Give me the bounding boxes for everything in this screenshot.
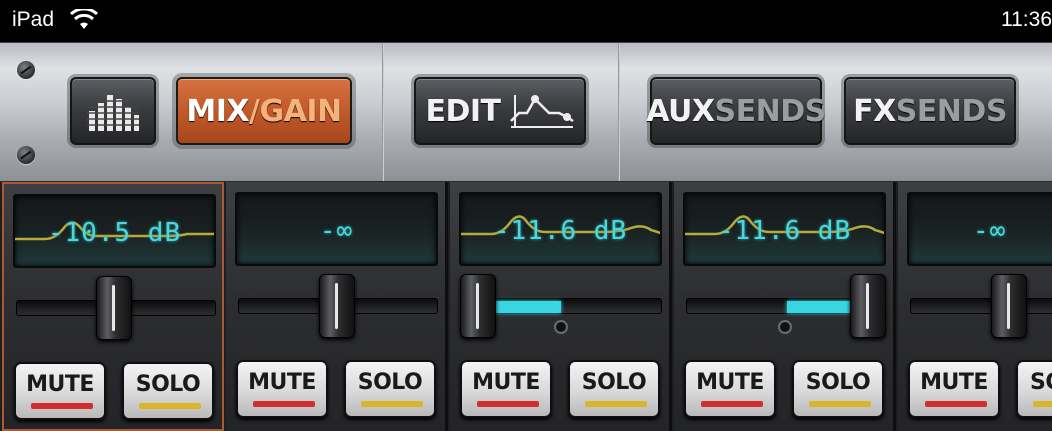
mix-gain-button[interactable]: MIX/GAIN (176, 77, 352, 145)
screw-icon (17, 146, 35, 164)
device-name: iPad (12, 8, 55, 31)
pan-fader-knob[interactable] (460, 274, 496, 338)
solo-label: SOLO (135, 372, 201, 397)
mute-button[interactable]: MUTE (460, 360, 552, 418)
pan-fill (493, 301, 561, 313)
pan-fader-knob[interactable] (96, 276, 132, 340)
channel-display[interactable]: -11.6 dB (683, 192, 886, 266)
mute-label: MUTE (26, 372, 94, 397)
mute-label: MUTE (920, 370, 988, 395)
aux-sends-button[interactable]: AUX SENDS (646, 77, 826, 145)
channel-strip-1[interactable]: -10.5 dB MUTE SOLO (2, 182, 224, 431)
solo-button[interactable]: SOLO (568, 360, 660, 418)
mute-button[interactable]: MUTE (236, 360, 328, 418)
solo-button[interactable]: SOLO (344, 360, 436, 418)
channel-display[interactable]: -10.5 dB (13, 194, 216, 268)
mute-label: MUTE (472, 370, 540, 395)
solo-label: SOLO (805, 370, 871, 395)
mute-led (31, 403, 93, 409)
pan-fill (787, 301, 855, 313)
channel-strip-3[interactable]: -11.6 dB MUTE SOLO (450, 182, 672, 431)
pan-center-indicator (554, 320, 568, 334)
channel-display[interactable]: -∞ (907, 192, 1052, 266)
channel-strip-4[interactable]: -11.6 dB MUTE SOLO (674, 182, 896, 431)
solo-led (585, 401, 647, 407)
fx-sends-label-sub: SENDS (895, 93, 1008, 129)
wifi-icon (70, 9, 98, 29)
gain-readout: -11.6 dB (493, 216, 628, 246)
pan-fader-knob[interactable] (991, 274, 1027, 338)
toolbar: MIX/GAIN EDIT AUX SENDS FX SENDS (0, 42, 1052, 183)
aux-sends-label-main: AUX (646, 93, 715, 129)
solo-button[interactable]: SOLO (122, 362, 214, 420)
channel-display[interactable]: -11.6 dB (459, 192, 662, 266)
solo-button[interactable]: SO (1016, 360, 1052, 418)
solo-led (139, 403, 201, 409)
mix-gain-label-sub: /GAIN (249, 93, 342, 129)
gain-readout: -11.6 dB (717, 216, 852, 246)
screw-icon (17, 61, 35, 79)
status-time: 11:36 (1001, 8, 1052, 31)
mute-led (477, 401, 539, 407)
fx-sends-label-main: FX (853, 93, 896, 129)
solo-label: SOLO (581, 370, 647, 395)
pan-fader-track[interactable] (910, 298, 1052, 314)
mute-led (701, 401, 763, 407)
pan-fader-knob[interactable] (319, 274, 355, 338)
edit-button[interactable]: EDIT (414, 77, 586, 145)
toolbar-divider (618, 43, 620, 181)
mute-button[interactable]: MUTE (14, 362, 106, 420)
edit-label: EDIT (425, 93, 501, 129)
solo-button[interactable]: SOLO (792, 360, 884, 418)
gain-readout: -∞ (973, 216, 1007, 246)
aux-sends-label-sub: SENDS (714, 93, 827, 129)
pan-fader-knob[interactable] (850, 274, 886, 338)
solo-label: SOLO (357, 370, 423, 395)
mute-led (925, 401, 987, 407)
status-bar: iPad 11:36 (0, 0, 1052, 42)
channel-strip-2[interactable]: -∞ MUTE SOLO (226, 182, 448, 431)
mix-gain-label-main: MIX (186, 93, 250, 129)
solo-label: SO (1030, 370, 1052, 395)
meter-bars-icon (87, 95, 139, 131)
pan-center-indicator (778, 320, 792, 334)
toolbar-divider (382, 43, 384, 181)
gain-readout: -∞ (319, 216, 354, 246)
fx-sends-button[interactable]: FX SENDS (844, 77, 1016, 145)
solo-led (361, 401, 423, 407)
channel-strip-5[interactable]: -∞ MUTE SO (898, 182, 1052, 431)
mute-button[interactable]: MUTE (908, 360, 1000, 418)
mute-button[interactable]: MUTE (684, 360, 776, 418)
mute-led (253, 401, 315, 407)
solo-led (809, 401, 871, 407)
gain-readout: -10.5 dB (47, 218, 182, 248)
meters-button[interactable] (70, 77, 156, 145)
mute-label: MUTE (696, 370, 764, 395)
channel-strips: -10.5 dB MUTE SOLO -∞ MUTE SOLO -11.6 dB… (0, 182, 1052, 431)
mute-label: MUTE (248, 370, 316, 395)
eq-curve-icon (509, 95, 574, 128)
channel-display[interactable]: -∞ (235, 192, 438, 266)
solo-led (1033, 401, 1052, 407)
